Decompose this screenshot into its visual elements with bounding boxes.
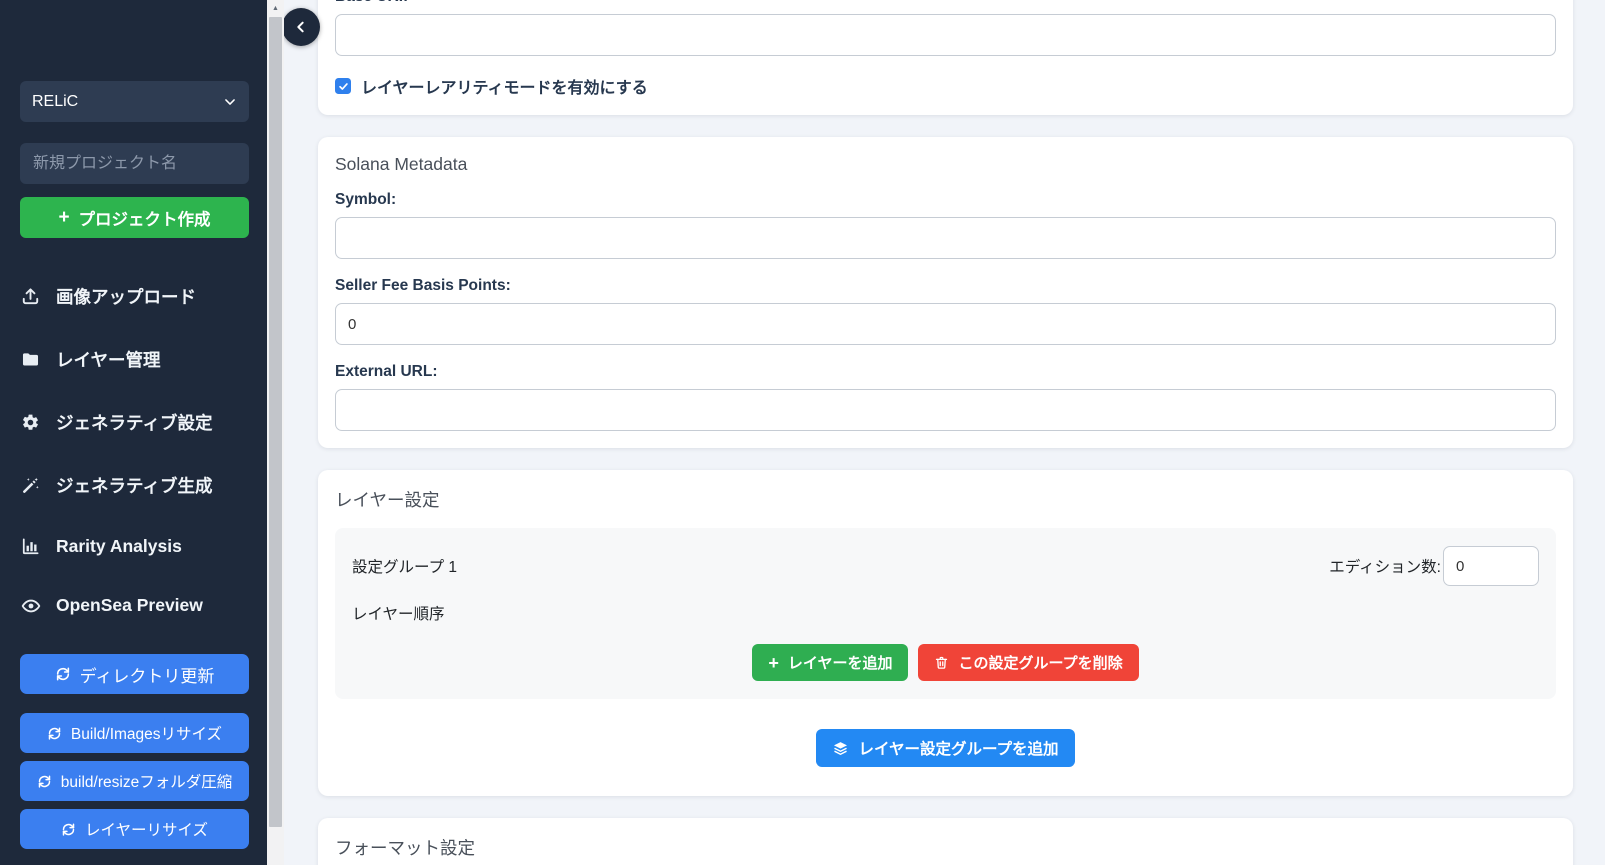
add-settings-group-button[interactable]: レイヤー設定グループを追加	[816, 729, 1074, 767]
create-project-button[interactable]: + プロジェクト作成	[20, 197, 249, 238]
refresh-icon	[55, 666, 71, 682]
add-layer-button[interactable]: + レイヤーを追加	[752, 644, 908, 681]
sidebar-item-label: ジェネラティブ設定	[56, 410, 212, 435]
upload-icon	[20, 287, 41, 306]
symbol-label: Symbol:	[335, 191, 1556, 209]
rarity-mode-label: レイヤーレアリティモードを有効にする	[361, 74, 648, 98]
seller-fee-label: Seller Fee Basis Points:	[335, 277, 1556, 295]
layer-order-label: レイヤー順序	[352, 602, 1539, 624]
collapse-sidebar-button[interactable]	[284, 8, 320, 46]
base-uri-label: Base URI:	[335, 0, 1556, 6]
eye-icon	[20, 596, 41, 616]
sidebar-item-label: ジェネラティブ生成	[56, 473, 212, 498]
sidebar-scrollbar[interactable]: ▲	[267, 0, 284, 865]
gear-icon	[20, 413, 41, 432]
sidebar-item-image-upload[interactable]: 画像アップロード	[20, 284, 249, 309]
refresh-directory-button[interactable]: ディレクトリ更新	[20, 654, 249, 694]
edition-count-input[interactable]	[1443, 546, 1539, 586]
external-url-input[interactable]	[335, 389, 1556, 431]
build-resize-compress-button[interactable]: build/resizeフォルダ圧縮	[20, 761, 249, 801]
sidebar-item-label: 画像アップロード	[56, 284, 196, 309]
sidebar-item-generative-settings[interactable]: ジェネラティブ設定	[20, 410, 249, 435]
settings-group-name: 設定グループ 1	[352, 555, 457, 577]
trash-icon	[934, 655, 949, 670]
scrollbar-thumb[interactable]	[269, 17, 282, 827]
folder-icon	[20, 350, 41, 369]
sidebar-item-rarity-analysis[interactable]: Rarity Analysis	[20, 536, 249, 557]
chart-bar-icon	[20, 537, 41, 556]
sidebar: RELiC + プロジェクト作成 画像アップロード レイヤー管理 ジェネラティブ…	[0, 0, 267, 865]
format-settings-title: フォーマット設定	[335, 835, 1556, 860]
symbol-input[interactable]	[335, 217, 1556, 259]
external-url-label: External URL:	[335, 363, 1556, 381]
sidebar-item-label: OpenSea Preview	[56, 595, 203, 616]
layer-settings-card: レイヤー設定 設定グループ 1 エディション数: レイヤー順序 + レイヤーを追…	[318, 470, 1573, 796]
refresh-icon	[61, 822, 76, 837]
project-select-value: RELiC	[32, 93, 78, 111]
sidebar-menu: 画像アップロード レイヤー管理 ジェネラティブ設定 ジェネラティブ生成 Rari…	[20, 284, 249, 616]
layers-icon	[832, 740, 849, 757]
edition-count-label: エディション数:	[1329, 555, 1441, 577]
delete-group-button[interactable]: この設定グループを削除	[918, 644, 1138, 681]
build-images-resize-button[interactable]: Build/Imagesリサイズ	[20, 713, 249, 753]
base-uri-input[interactable]	[335, 14, 1556, 56]
sidebar-item-label: レイヤー管理	[56, 347, 160, 372]
refresh-icon	[47, 726, 62, 741]
layer-settings-title: レイヤー設定	[335, 487, 1556, 512]
new-project-name-input[interactable]	[20, 143, 249, 184]
chevron-down-icon	[223, 95, 237, 109]
rarity-mode-checkbox[interactable]	[335, 78, 351, 94]
settings-group: 設定グループ 1 エディション数: レイヤー順序 + レイヤーを追加 この設定グ…	[335, 528, 1556, 699]
main-content: Base URI: レイヤーレアリティモードを有効にする Solana Meta…	[284, 0, 1605, 865]
sidebar-item-label: Rarity Analysis	[56, 536, 182, 557]
wand-icon	[20, 476, 41, 495]
solana-metadata-title: Solana Metadata	[335, 154, 1556, 175]
scrollbar-up-arrow-icon[interactable]: ▲	[267, 0, 284, 16]
format-settings-card: フォーマット設定	[318, 818, 1573, 865]
plus-icon: +	[58, 208, 69, 227]
plus-icon: +	[768, 654, 779, 672]
solana-metadata-card: Solana Metadata Symbol: Seller Fee Basis…	[318, 137, 1573, 448]
sidebar-item-layer-manage[interactable]: レイヤー管理	[20, 347, 249, 372]
general-settings-card: Base URI: レイヤーレアリティモードを有効にする	[318, 0, 1573, 115]
seller-fee-input[interactable]	[335, 303, 1556, 345]
layer-resize-button[interactable]: レイヤーリサイズ	[20, 809, 249, 849]
chevron-left-icon	[293, 19, 309, 35]
project-select[interactable]: RELiC	[20, 81, 249, 122]
sidebar-item-generative-generate[interactable]: ジェネラティブ生成	[20, 473, 249, 498]
refresh-icon	[37, 774, 52, 789]
sidebar-item-opensea-preview[interactable]: OpenSea Preview	[20, 595, 249, 616]
